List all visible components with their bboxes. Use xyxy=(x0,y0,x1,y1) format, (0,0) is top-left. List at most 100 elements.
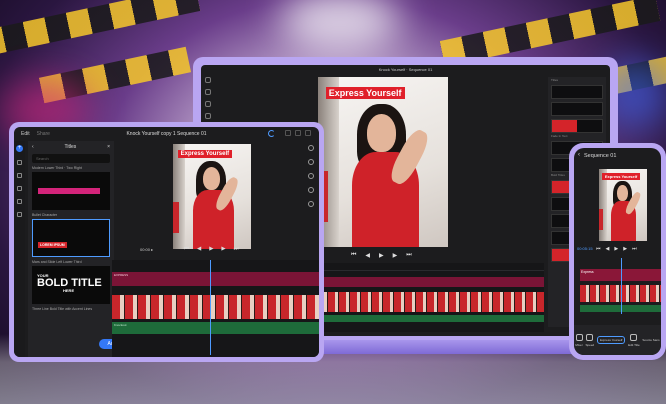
tablet-top-bar: Edit Share Knock Yourself copy 1 Sequenc… xyxy=(14,127,319,141)
phone-program-monitor[interactable]: Express Yourself xyxy=(599,169,647,241)
skip-forward-icon[interactable]: ⏭ xyxy=(234,246,239,253)
close-icon[interactable]: × xyxy=(107,144,110,150)
play-icon[interactable]: ▶ xyxy=(209,246,213,253)
edit-title-button[interactable]: Edit Title xyxy=(628,333,640,347)
speed-icon[interactable] xyxy=(308,173,314,179)
laptop-transport-controls: ⏮ ◀ ▶ ▶ ⏭ xyxy=(351,252,412,259)
import-icon[interactable] xyxy=(205,77,211,83)
step-back-icon[interactable]: ◀ xyxy=(197,246,201,253)
mixer-icon xyxy=(575,333,583,341)
laptop-window-title: Knock Yourself · Sequence 01 xyxy=(378,67,433,72)
laptop-program-monitor[interactable]: Express Yourself xyxy=(318,77,448,247)
skip-back-icon[interactable]: ⏮ xyxy=(596,246,601,252)
skip-forward-icon[interactable]: ⏭ xyxy=(406,252,411,259)
lorem-tag: LOREM IPSUM xyxy=(38,242,67,248)
title-template-thumb[interactable] xyxy=(551,102,603,116)
font-label: Source Sans xyxy=(642,338,660,342)
add-media-icon[interactable]: + xyxy=(16,145,23,152)
titles-dropdown[interactable]: Titles xyxy=(64,144,76,150)
edit-title-label: Edit Title xyxy=(628,342,640,347)
playhead[interactable] xyxy=(621,258,622,314)
play-icon[interactable]: ▶ xyxy=(379,252,384,259)
titles-icon[interactable] xyxy=(205,101,211,107)
media-icon[interactable] xyxy=(17,160,22,165)
template-caption: Bullet Character xyxy=(32,213,58,217)
title-track-label: EXPRESS xyxy=(114,273,129,277)
template-caption: Three Line Bold Title with Accent Lines xyxy=(32,307,93,311)
title-template-thumb[interactable] xyxy=(551,119,603,133)
color-icon[interactable] xyxy=(308,145,314,151)
text-field-button[interactable]: Express Yourself xyxy=(596,336,626,344)
laptop-tool-rail xyxy=(205,77,213,119)
step-back-icon[interactable]: ◀ xyxy=(606,246,610,252)
panel-label: Fade In Text xyxy=(551,134,568,138)
title-template-card[interactable]: YOUR BOLD TITLE HERE xyxy=(32,266,110,304)
playhead[interactable] xyxy=(210,260,211,355)
template-caption: Mars and Slide Left Lower Third xyxy=(32,260,82,264)
title-track-clip[interactable]: EXPRESS xyxy=(112,272,319,286)
export-icon[interactable] xyxy=(305,130,311,136)
decor-glow xyxy=(280,0,400,50)
phone-sequence-title: Sequence 01 xyxy=(584,153,617,159)
edit-icon xyxy=(630,333,638,341)
top-actions xyxy=(285,130,311,136)
speed-button[interactable]: Speed xyxy=(585,333,595,347)
back-icon[interactable]: ‹ xyxy=(32,144,34,150)
sync-spinner-icon xyxy=(268,130,275,137)
tablet-transport-controls: ⏮ ◀ ▶ ▶ ⏭ xyxy=(184,246,239,253)
effects-icon[interactable] xyxy=(205,113,211,119)
phone-screen: ‹ Sequence 01 Express Yourself 00:05:15 … xyxy=(574,148,661,355)
skip-back-icon[interactable]: ⏮ xyxy=(184,246,189,253)
audio-track-clip[interactable]: Knockout xyxy=(112,322,319,334)
undo-icon[interactable] xyxy=(285,130,291,136)
title-overlay[interactable]: Express Yourself xyxy=(325,87,405,100)
monitor-tools xyxy=(308,145,314,207)
tablet-timecode: 00:00 ▸ xyxy=(140,247,154,252)
title-overlay[interactable]: Express Yourself xyxy=(177,150,233,159)
tablet-timeline[interactable]: EXPRESS Knockout xyxy=(112,260,319,357)
phone-bottom-toolbar: Mixer Speed Express Yourself Edit Title … xyxy=(574,325,661,355)
decor-stripe xyxy=(0,0,201,57)
phone-transport-controls: ⏮ ◀ ▶ ▶ ⏭ xyxy=(596,246,637,252)
transform-icon[interactable] xyxy=(308,201,314,207)
audio-icon[interactable] xyxy=(308,187,314,193)
speed-label: Speed xyxy=(585,342,595,347)
tablet-device: Edit Share Knock Yourself copy 1 Sequenc… xyxy=(9,122,324,362)
titles-panel-header: ‹ Titles × xyxy=(28,141,114,153)
pink-lower-third xyxy=(38,188,100,194)
skip-back-icon[interactable]: ⏮ xyxy=(351,252,356,259)
titles-icon[interactable] xyxy=(17,173,22,178)
phone-device: ‹ Sequence 01 Express Yourself 00:05:15 … xyxy=(569,143,666,360)
video-track-clip[interactable] xyxy=(112,295,319,319)
title-template-thumb[interactable] xyxy=(551,85,603,99)
redo-icon[interactable] xyxy=(295,130,301,136)
tablet-screen: Edit Share Knock Yourself copy 1 Sequenc… xyxy=(14,127,319,357)
media-icon[interactable] xyxy=(205,89,211,95)
back-icon[interactable]: ‹ xyxy=(578,152,580,158)
search-input[interactable]: Search xyxy=(32,154,110,163)
video-frame xyxy=(318,77,448,247)
audio-icon[interactable] xyxy=(17,186,22,191)
step-forward-icon[interactable]: ▶ xyxy=(393,252,398,259)
transitions-icon[interactable] xyxy=(17,199,22,204)
tablet-program-monitor[interactable]: Express Yourself xyxy=(173,144,251,249)
titles-panel: ‹ Titles × Search Modern Lower Third · T… xyxy=(28,141,125,357)
mixer-button[interactable]: Mixer xyxy=(575,333,583,347)
template-caption: Modern Lower Third · Two Right xyxy=(32,166,82,170)
panel-label: Titles xyxy=(551,78,559,82)
crop-icon[interactable] xyxy=(308,159,314,165)
play-icon[interactable]: ▶ xyxy=(614,246,618,252)
font-button[interactable]: Source Sans xyxy=(642,338,659,342)
tablet-tool-rail: + xyxy=(14,141,25,357)
step-forward-icon[interactable]: ▶ xyxy=(623,246,627,252)
mixer-label: Mixer xyxy=(575,342,583,347)
step-forward-icon[interactable]: ▶ xyxy=(221,246,225,253)
video-frame xyxy=(173,144,251,249)
title-template-card[interactable] xyxy=(32,172,110,210)
title-overlay[interactable]: Express Yourself xyxy=(601,173,641,181)
effects-icon[interactable] xyxy=(17,212,22,217)
text-field-label: Express Yourself xyxy=(599,338,623,342)
step-back-icon[interactable]: ◀ xyxy=(365,252,370,259)
title-template-card[interactable]: LOREM IPSUM xyxy=(32,219,110,257)
skip-forward-icon[interactable]: ⏭ xyxy=(632,246,637,252)
